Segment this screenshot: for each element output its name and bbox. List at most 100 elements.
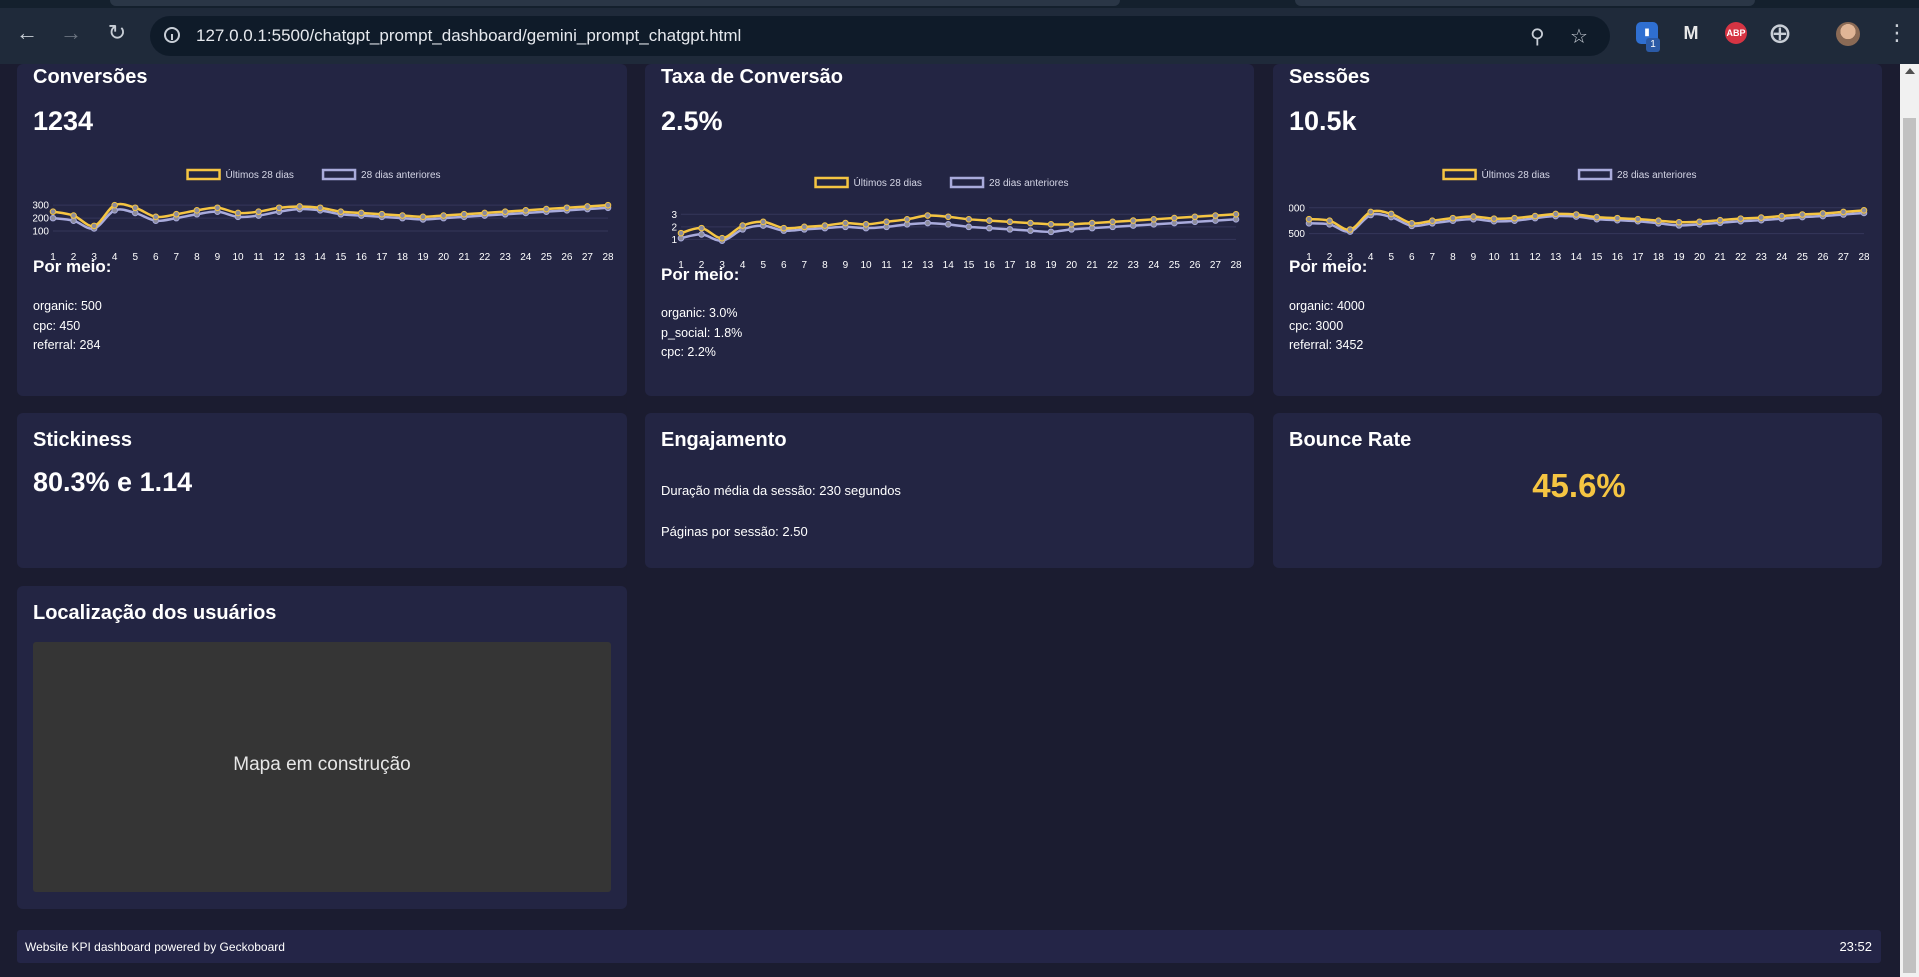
card-title: Localização dos usuários bbox=[33, 602, 277, 624]
data-point bbox=[1737, 215, 1744, 222]
zoom-icon[interactable]: ⚲ bbox=[1530, 24, 1545, 49]
card-title: Sessões bbox=[1289, 66, 1371, 88]
legend-swatch bbox=[814, 176, 849, 189]
card-title: Bounce Rate bbox=[1289, 429, 1412, 451]
x-tick-label: 27 bbox=[1210, 260, 1222, 271]
x-tick-label: 20 bbox=[438, 252, 450, 263]
x-tick-label: 27 bbox=[582, 252, 594, 263]
data-point bbox=[883, 218, 890, 226]
conversoes-chart: Últimos 28 dias 28 dias anteriores 100 200 3… bbox=[33, 168, 613, 263]
data-point bbox=[1490, 215, 1498, 222]
extension-malwarebytes-icon[interactable]: M bbox=[1680, 22, 1702, 44]
y-tick-label: 2 bbox=[671, 222, 677, 233]
x-tick-label: 6 bbox=[1409, 252, 1415, 263]
data-point bbox=[316, 204, 324, 212]
address-bar[interactable]: 127.0.0.1:5500/chatgpt_prompt_dashboard/… bbox=[150, 16, 1610, 56]
reload-icon[interactable]: ↻ bbox=[102, 18, 132, 48]
x-tick-label: 21 bbox=[1087, 260, 1099, 271]
footer-credit: Website KPI dashboard powered by Geckobo… bbox=[25, 940, 285, 954]
x-tick-label: 19 bbox=[417, 252, 429, 263]
data-point bbox=[90, 222, 98, 230]
data-point bbox=[193, 207, 201, 214]
data-point bbox=[1634, 215, 1642, 223]
data-point bbox=[1572, 211, 1580, 218]
card-title: Taxa de Conversão bbox=[661, 66, 843, 88]
x-tick-label: 7 bbox=[1430, 252, 1436, 263]
profile-avatar[interactable] bbox=[1836, 22, 1860, 46]
medium-item: cpc: 2.2% bbox=[661, 345, 716, 359]
footer: Website KPI dashboard powered by Geckobo… bbox=[17, 930, 1881, 963]
data-point bbox=[543, 205, 550, 213]
data-point bbox=[49, 208, 57, 215]
back-arrow-icon[interactable]: ← bbox=[12, 18, 42, 48]
browser-toolbar: ← → ↻ 127.0.0.1:5500/chatgpt_prompt_dash… bbox=[0, 0, 1919, 64]
medium-list: organic: 4000 cpc: 3000 referral: 3452 bbox=[1289, 297, 1365, 356]
x-tick-label: 10 bbox=[232, 252, 244, 263]
taxa-conversao-chart: Últimos 28 dias 28 dias anteriores1231 2 3 4… bbox=[671, 176, 1241, 271]
x-tick-label: 6 bbox=[153, 252, 159, 263]
data-point bbox=[1819, 210, 1827, 217]
data-point bbox=[1799, 211, 1806, 218]
data-point bbox=[1006, 218, 1014, 226]
card-localizacao: Localização dos usuários Mapa em constru… bbox=[17, 586, 627, 909]
data-point bbox=[173, 210, 180, 218]
x-tick-label: 21 bbox=[459, 252, 471, 263]
x-tick-label: 9 bbox=[843, 260, 849, 271]
data-point bbox=[1860, 207, 1868, 214]
url-text[interactable]: 127.0.0.1:5500/chatgpt_prompt_dashboard/… bbox=[196, 26, 741, 46]
bookmark-star-icon[interactable]: ☆ bbox=[1570, 24, 1588, 49]
data-point bbox=[1068, 221, 1075, 228]
data-point bbox=[1027, 219, 1034, 227]
x-tick-label: 24 bbox=[1148, 260, 1160, 271]
legend-label: 28 dias anteriores bbox=[361, 170, 441, 181]
x-tick-label: 22 bbox=[1735, 252, 1747, 263]
medium-item: referral: 3452 bbox=[1289, 338, 1364, 352]
tab-inactive[interactable] bbox=[1295, 0, 1755, 6]
data-point bbox=[944, 221, 952, 228]
x-tick-label: 19 bbox=[1673, 252, 1685, 263]
tab-active[interactable] bbox=[110, 0, 1120, 6]
x-tick-label: 7 bbox=[174, 252, 180, 263]
sessoes-chart: Últimos 28 dias 28 dias anteriores 500 1.00… bbox=[1289, 168, 1869, 263]
browser-menu-icon[interactable]: ⋮ bbox=[1886, 20, 1908, 46]
site-info-icon[interactable] bbox=[164, 27, 180, 43]
card-engajamento: Engajamento Duração média da sessão: 230… bbox=[645, 413, 1254, 568]
x-tick-label: 28 bbox=[602, 252, 613, 263]
x-tick-label: 16 bbox=[356, 252, 368, 263]
x-tick-label: 22 bbox=[479, 252, 491, 263]
card-conversoes: Conversões 1234 Últimos 28 dias 28 dias a… bbox=[17, 64, 627, 396]
data-point bbox=[563, 204, 571, 212]
x-tick-label: 13 bbox=[1550, 252, 1562, 263]
data-point bbox=[1696, 218, 1703, 226]
data-point bbox=[1778, 212, 1786, 220]
scrollbar-thumb[interactable] bbox=[1903, 118, 1916, 973]
data-point bbox=[214, 204, 221, 212]
extension-badge: 1 bbox=[1646, 38, 1660, 52]
footer-time: 23:52 bbox=[1839, 939, 1872, 954]
data-point bbox=[440, 212, 447, 219]
extensions-puzzle-icon[interactable]: ⨁ bbox=[1769, 22, 1791, 44]
data-point bbox=[986, 224, 993, 232]
x-tick-label: 25 bbox=[1169, 260, 1181, 271]
medium-item: cpc: 3000 bbox=[1289, 318, 1344, 333]
x-tick-label: 11 bbox=[881, 260, 892, 271]
data-point bbox=[1326, 217, 1333, 225]
data-point bbox=[255, 208, 262, 215]
forward-arrow-icon[interactable]: → bbox=[56, 18, 86, 48]
scroll-up-arrow-icon[interactable] bbox=[1905, 68, 1915, 74]
medium-item: referral: 284 bbox=[33, 338, 101, 352]
data-point bbox=[49, 214, 57, 222]
data-point bbox=[986, 217, 993, 224]
legend-swatch bbox=[186, 168, 221, 181]
data-point bbox=[698, 231, 705, 238]
x-tick-label: 4 bbox=[740, 260, 746, 271]
data-point bbox=[460, 210, 468, 218]
x-tick-label: 9 bbox=[1471, 252, 1477, 263]
data-point bbox=[275, 204, 283, 212]
legend-label: Últimos 28 dias bbox=[1482, 168, 1550, 181]
by-medium-label: Por meio: bbox=[1289, 257, 1368, 276]
data-point bbox=[1531, 212, 1539, 220]
data-point bbox=[718, 234, 726, 242]
data-point bbox=[1840, 208, 1847, 216]
extension-adblock-icon[interactable]: ABP bbox=[1725, 22, 1747, 44]
